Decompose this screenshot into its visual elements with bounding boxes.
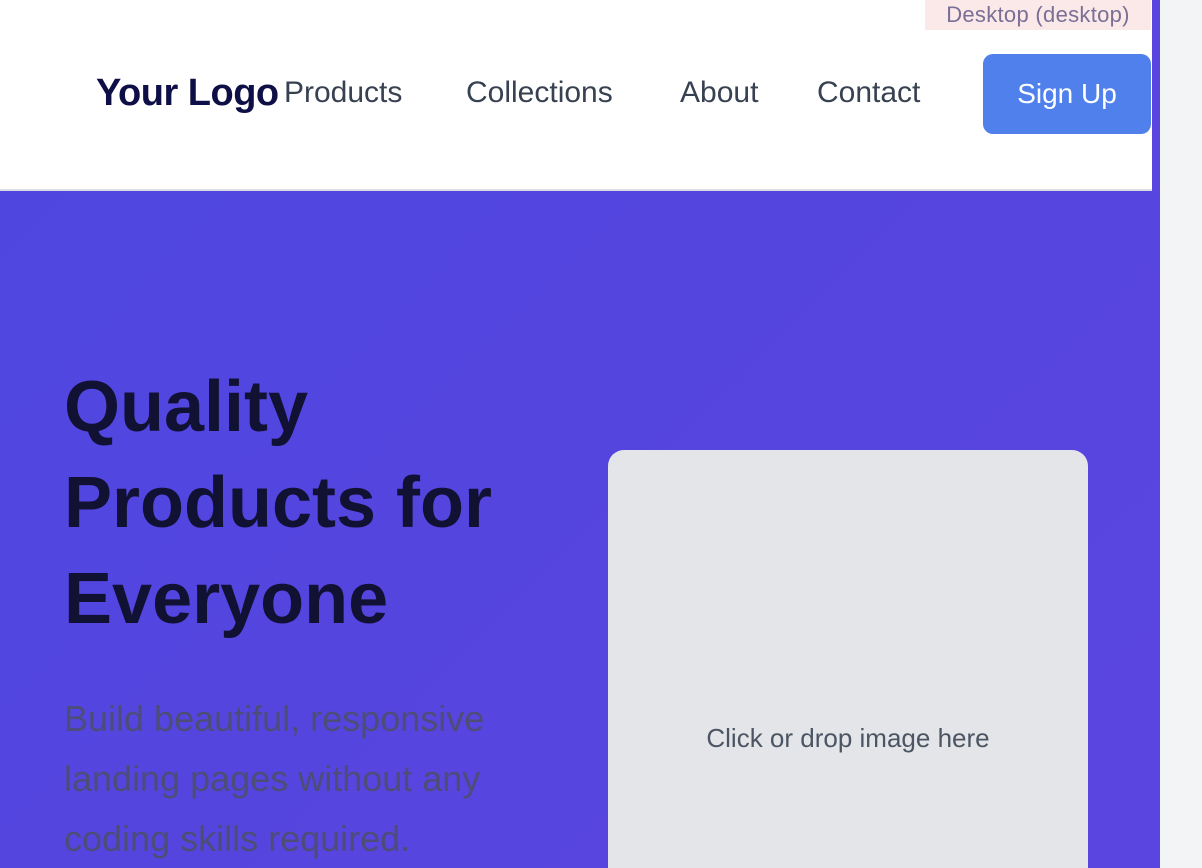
hero-section: Quality Products for Everyone Build beau… — [0, 191, 1160, 868]
nav-link-collections[interactable]: Collections — [466, 76, 613, 110]
sign-up-button[interactable]: Sign Up — [983, 54, 1151, 134]
hero-subtitle: Build beautiful, responsive landing page… — [64, 698, 485, 859]
nav-link-contact[interactable]: Contact — [817, 76, 920, 110]
hero-edge-strip — [1152, 0, 1160, 191]
image-dropzone[interactable]: Click or drop image here — [608, 450, 1088, 868]
hero-title: Quality Products for Everyone — [64, 367, 493, 639]
nav-link-products[interactable]: Products — [284, 76, 402, 110]
nav-link-about[interactable]: About — [680, 76, 758, 110]
page-canvas: Your Logo Products Collections About Con… — [0, 0, 1160, 868]
logo[interactable]: Your Logo — [96, 72, 279, 115]
viewport-badge: Desktop (desktop) — [925, 0, 1151, 30]
dropzone-label: Click or drop image here — [706, 723, 990, 753]
